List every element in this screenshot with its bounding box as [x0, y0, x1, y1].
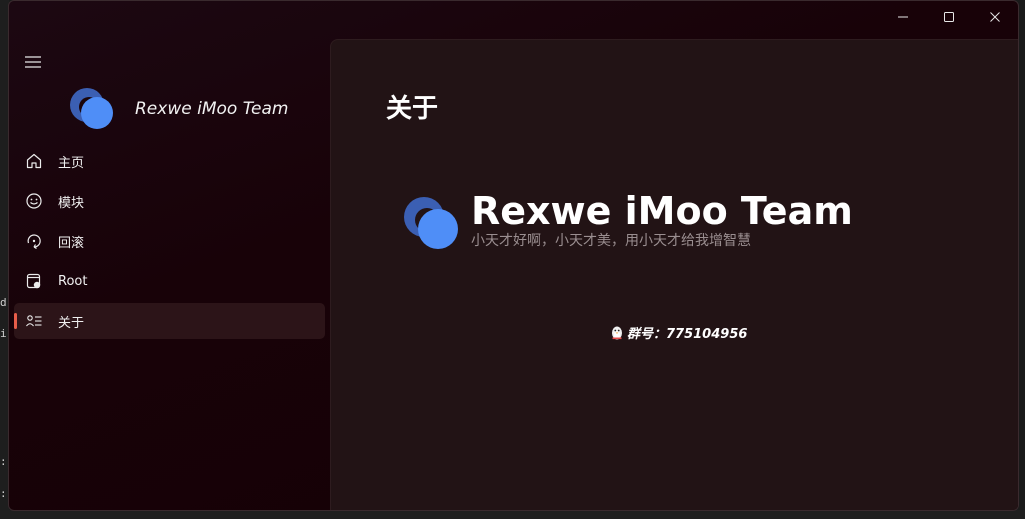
team-logo-icon: [404, 197, 458, 249]
home-icon: [24, 151, 44, 171]
hero: Rexwe iMoo Team 小天才好啊，小天才美，用小天才给我增智慧: [403, 188, 853, 252]
backdrop-glyph: i: [0, 327, 7, 340]
sidebar-item-label: Root: [58, 273, 88, 289]
sidebar-item-modules[interactable]: 模块: [14, 183, 325, 219]
content-panel: 关于 Rexwe iMoo Team 小天才好啊，小天才美，用小天才给我增智慧: [330, 39, 1018, 510]
hamburger-button[interactable]: [21, 51, 45, 73]
close-icon: [990, 12, 1000, 22]
sidebar-item-label: 主页: [58, 155, 85, 171]
rollback-icon: [24, 231, 44, 251]
caption-buttons: [880, 1, 1018, 33]
sidebar-item-about[interactable]: 关于: [14, 303, 325, 339]
brand-name: Rexwe iMoo Team: [135, 99, 289, 119]
group-number: 群号：775104956: [610, 323, 747, 342]
group-number-text: 群号：775104956: [627, 327, 748, 342]
sidebar-item-label: 关于: [58, 315, 85, 331]
close-button[interactable]: [972, 1, 1018, 33]
nav-list: 主页 模块 回滚 Root 关于: [14, 143, 325, 343]
minimize-button[interactable]: [880, 1, 926, 33]
selection-indicator: [14, 313, 17, 329]
backdrop-glyph: d: [0, 296, 7, 309]
team-logo-icon: [70, 88, 113, 129]
sidebar-item-root[interactable]: Root: [14, 263, 325, 299]
sidebar: Rexwe iMoo Team 主页 模块 回滚 Root 关于: [9, 1, 330, 510]
sidebar-item-rollback[interactable]: 回滚: [14, 223, 325, 259]
app-window: Rexwe iMoo Team 主页 模块 回滚 Root 关于 关于 Rexw…: [8, 0, 1019, 511]
about-icon: [24, 311, 44, 331]
sidebar-item-label: 回滚: [58, 235, 85, 251]
penguin-icon: [612, 326, 622, 339]
sidebar-item-home[interactable]: 主页: [14, 143, 325, 179]
maximize-icon: [944, 12, 954, 22]
minimize-icon: [898, 16, 908, 18]
maximize-button[interactable]: [926, 1, 972, 33]
brand: Rexwe iMoo Team: [69, 87, 288, 131]
smiley-icon: [24, 191, 44, 211]
backdrop-bottom: [0, 510, 1025, 519]
hamburger-icon: [25, 56, 41, 68]
hero-text: Rexwe iMoo Team 小天才好啊，小天才美，用小天才给我增智慧: [471, 188, 853, 250]
root-icon: [24, 271, 44, 291]
page-title: 关于: [386, 94, 439, 124]
sidebar-item-label: 模块: [58, 195, 85, 211]
hero-title: Rexwe iMoo Team: [471, 189, 853, 233]
